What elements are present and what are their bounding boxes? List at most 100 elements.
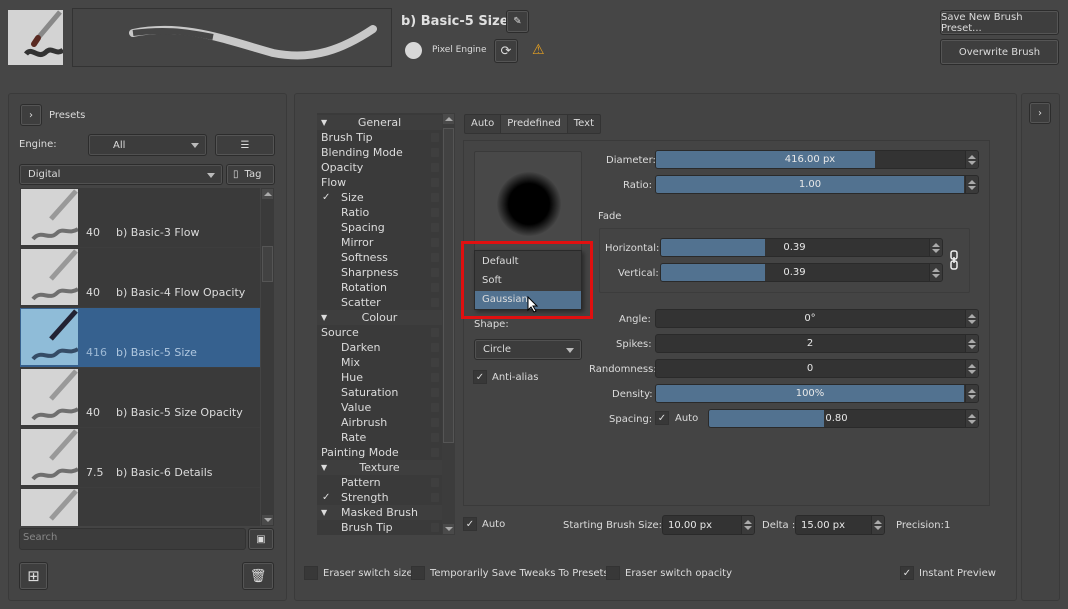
- lock-icon[interactable]: [431, 433, 439, 442]
- tag-dropdown[interactable]: Digital: [19, 164, 223, 185]
- presets-expand-button[interactable]: ›: [20, 104, 42, 126]
- spin-arrows[interactable]: [965, 176, 978, 193]
- option-item[interactable]: Mirror: [317, 235, 442, 250]
- preset-list-item[interactable]: 7.5 b) Basic-6 Details: [20, 428, 260, 488]
- preset-list-scrollbar[interactable]: [261, 188, 274, 526]
- option-item[interactable]: Scatter: [317, 295, 442, 310]
- lock-icon[interactable]: [431, 193, 439, 202]
- option-item[interactable]: Saturation: [317, 385, 442, 400]
- tab-text[interactable]: Text: [568, 115, 600, 133]
- options-scrollbar[interactable]: [442, 113, 455, 535]
- option-group-header[interactable]: ▼ Texture: [317, 460, 442, 475]
- spikes-slider[interactable]: 2: [655, 334, 979, 353]
- search-input[interactable]: Search: [19, 528, 246, 550]
- preset-list-item[interactable]: [20, 488, 260, 526]
- ratio-slider[interactable]: 1.00: [655, 175, 979, 194]
- lock-icon[interactable]: [431, 373, 439, 382]
- instant-preview-checkbox[interactable]: ✓: [900, 566, 914, 580]
- spin-arrows[interactable]: [965, 335, 978, 352]
- engine-filter-dropdown[interactable]: All: [88, 134, 207, 156]
- option-group-header[interactable]: ▼ Colour: [317, 310, 442, 325]
- link-chain-icon[interactable]: [950, 250, 958, 270]
- spin-arrows[interactable]: [965, 151, 978, 168]
- check-icon[interactable]: ✓: [322, 492, 330, 503]
- option-item[interactable]: Pattern: [317, 475, 442, 490]
- option-item[interactable]: Spacing: [317, 220, 442, 235]
- check-icon[interactable]: ✓: [322, 192, 330, 203]
- option-item[interactable]: ✓ Size: [317, 190, 442, 205]
- lock-icon[interactable]: [431, 418, 439, 427]
- options-list[interactable]: ▼ General Brush Tip Blending Mode Opacity Flo…: [317, 113, 442, 535]
- auto-checkbox[interactable]: ✓: [463, 517, 477, 531]
- option-item[interactable]: Brush Tip: [317, 520, 442, 535]
- reload-button[interactable]: ⟳: [494, 39, 518, 63]
- lock-icon[interactable]: [431, 358, 439, 367]
- lock-icon[interactable]: [431, 478, 439, 487]
- eraser-opacity-checkbox[interactable]: [606, 566, 620, 580]
- density-slider[interactable]: 100%: [655, 384, 979, 403]
- delete-preset-button[interactable]: 🗑: [242, 562, 274, 590]
- lock-icon[interactable]: [431, 223, 439, 232]
- lock-icon[interactable]: [431, 253, 439, 262]
- lock-icon[interactable]: [431, 283, 439, 292]
- spin-arrows[interactable]: [965, 385, 978, 402]
- scroll-thumb[interactable]: [443, 128, 454, 443]
- option-item[interactable]: Darken: [317, 340, 442, 355]
- lock-icon[interactable]: [431, 448, 439, 457]
- option-item[interactable]: Hue: [317, 370, 442, 385]
- option-item[interactable]: Painting Mode: [317, 445, 442, 460]
- option-item[interactable]: ✓ Strength: [317, 490, 442, 505]
- option-item[interactable]: Sharpness: [317, 265, 442, 280]
- antialias-checkbox[interactable]: ✓: [473, 370, 487, 384]
- view-mode-button[interactable]: ☰: [215, 134, 275, 156]
- preset-list-item[interactable]: 40 b) Basic-4 Flow Opacity: [20, 248, 260, 308]
- lock-icon[interactable]: [431, 298, 439, 307]
- add-preset-button[interactable]: ⊞: [19, 562, 48, 590]
- lock-icon[interactable]: [431, 523, 439, 532]
- diameter-slider[interactable]: 416.00 px: [655, 150, 979, 169]
- option-item[interactable]: Rotation: [317, 280, 442, 295]
- spin-arrows[interactable]: [965, 410, 978, 427]
- spacing-slider[interactable]: 0.80: [708, 409, 979, 428]
- tab-auto[interactable]: Auto: [465, 115, 502, 133]
- horizontal-slider[interactable]: 0.39: [660, 238, 943, 257]
- save-new-preset-button[interactable]: Save New Brush Preset...: [940, 10, 1059, 35]
- option-group-header[interactable]: ▼ Masked Brush: [317, 505, 442, 520]
- eraser-size-checkbox[interactable]: [304, 566, 318, 580]
- spin-arrows[interactable]: [929, 239, 942, 256]
- preset-list[interactable]: 40 b) Basic-3 Flow 40 b) Basic-4 Flow Opaci…: [20, 188, 260, 526]
- option-item[interactable]: Softness: [317, 250, 442, 265]
- option-item[interactable]: Airbrush: [317, 415, 442, 430]
- preset-list-item[interactable]: 40 b) Basic-5 Size Opacity: [20, 368, 260, 428]
- tab-predefined[interactable]: Predefined: [501, 115, 568, 133]
- lock-icon[interactable]: [431, 403, 439, 412]
- option-item[interactable]: Blending Mode: [317, 145, 442, 160]
- delta-spinbox[interactable]: 15.00 px: [795, 515, 885, 535]
- option-item[interactable]: Opacity: [317, 160, 442, 175]
- spacing-auto-checkbox[interactable]: ✓: [655, 411, 669, 425]
- option-item[interactable]: Mix: [317, 355, 442, 370]
- angle-slider[interactable]: 0°: [655, 309, 979, 328]
- option-item[interactable]: Source: [317, 325, 442, 340]
- lock-icon[interactable]: [431, 388, 439, 397]
- lock-icon[interactable]: [431, 493, 439, 502]
- option-item[interactable]: Value: [317, 400, 442, 415]
- lock-icon[interactable]: [431, 163, 439, 172]
- tag-button[interactable]: ▯ Tag: [226, 164, 275, 185]
- lock-icon[interactable]: [431, 178, 439, 187]
- temp-save-checkbox[interactable]: [411, 566, 425, 580]
- preset-list-item[interactable]: 40 b) Basic-3 Flow: [20, 188, 260, 248]
- option-item[interactable]: Rate: [317, 430, 442, 445]
- randomness-slider[interactable]: 0: [655, 359, 979, 378]
- lock-icon[interactable]: [431, 268, 439, 277]
- lock-icon[interactable]: [431, 133, 439, 142]
- spin-arrows[interactable]: [965, 310, 978, 327]
- option-group-header[interactable]: ▼ General: [317, 115, 442, 130]
- option-item[interactable]: Ratio: [317, 205, 442, 220]
- scratchpad-expand-button[interactable]: ›: [1029, 102, 1051, 124]
- shape-dropdown[interactable]: Circle: [474, 339, 582, 360]
- vertical-slider[interactable]: 0.39: [660, 263, 943, 282]
- starting-size-spinbox[interactable]: 10.00 px: [662, 515, 755, 535]
- preset-list-item[interactable]: 416 b) Basic-5 Size: [20, 308, 260, 368]
- lock-icon[interactable]: [431, 148, 439, 157]
